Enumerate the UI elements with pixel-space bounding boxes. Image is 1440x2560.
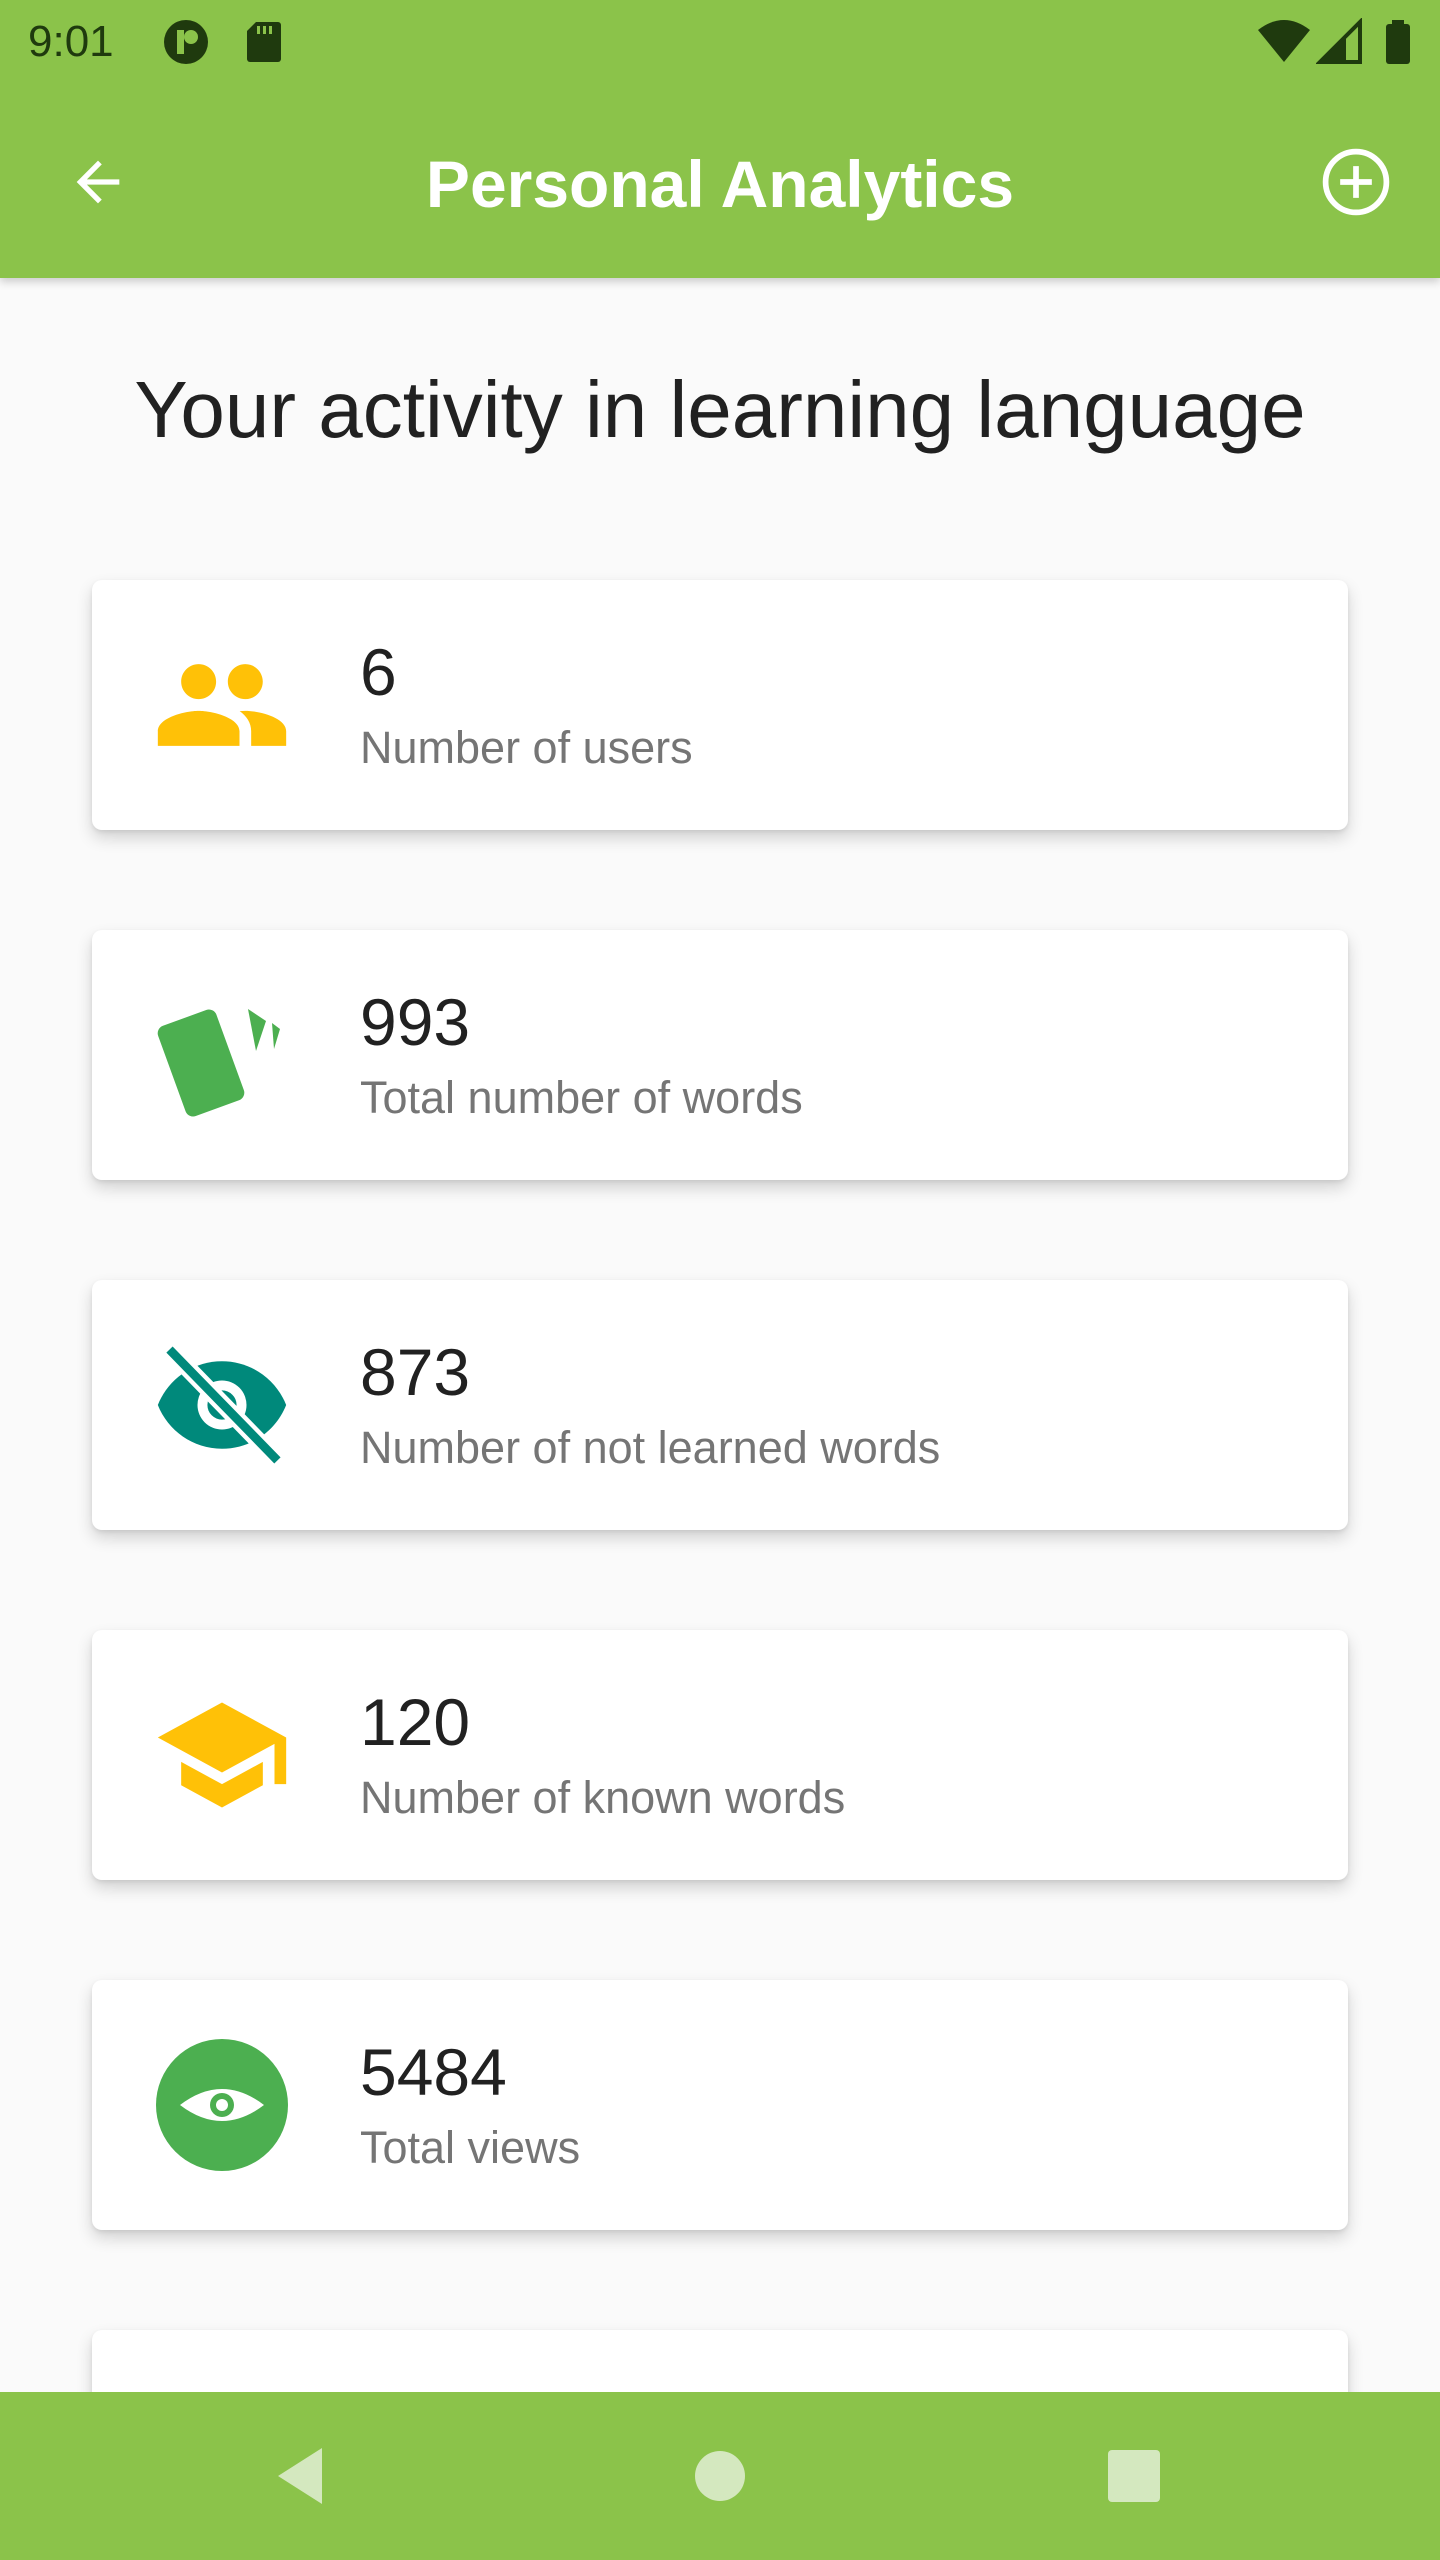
stat-card-total-words[interactable]: 993 Total number of words: [92, 930, 1348, 1180]
back-triangle-icon: [278, 2448, 322, 2504]
add-button[interactable]: [1308, 134, 1404, 230]
nav-home-button[interactable]: [678, 2434, 762, 2518]
nav-back-button[interactable]: [260, 2434, 344, 2518]
people-icon: [157, 664, 287, 746]
app-title: Personal Analytics: [425, 147, 1015, 221]
stat-value: 873: [360, 1335, 471, 1409]
stat-card-views[interactable]: 5484 Total views: [92, 1980, 1348, 2230]
stat-label: Number of not learned words: [360, 1422, 941, 1473]
stat-value: 993: [360, 985, 471, 1059]
stat-label: Number of known words: [360, 1772, 846, 1823]
sd-card-icon: [247, 22, 281, 62]
visibility-off-icon: [157, 1343, 287, 1467]
add-circle-icon: [1322, 148, 1390, 216]
stat-card-users[interactable]: 6 Number of users: [92, 580, 1348, 830]
cards-icon: [157, 1009, 280, 1117]
recents-square-icon: [1108, 2450, 1160, 2502]
page-heading: Your activity in learning language: [134, 365, 1306, 454]
screen: 9:01 Personal Analytics Your activity in…: [0, 0, 1440, 2560]
battery-icon: [1386, 20, 1410, 64]
stat-value: 120: [360, 1685, 471, 1759]
wifi-icon: [1258, 20, 1310, 62]
school-icon: [157, 1702, 287, 1808]
nav-recents-button[interactable]: [1092, 2434, 1176, 2518]
stat-label: Total views: [360, 2122, 581, 2173]
stat-card-not-learned[interactable]: 873 Number of not learned words: [92, 1280, 1348, 1530]
stat-value: 5484: [360, 2035, 507, 2109]
app-bar: Personal Analytics: [0, 84, 1440, 278]
stat-label: Number of users: [360, 722, 693, 773]
stat-label: Total number of words: [360, 1072, 803, 1123]
status-time: 9:01: [28, 17, 114, 66]
signal-icon: [1316, 18, 1362, 64]
carrier-app-icon: [164, 20, 208, 64]
stat-value: 6: [360, 635, 397, 709]
stat-card-known[interactable]: 120 Number of known words: [92, 1630, 1348, 1880]
home-circle-icon: [695, 2451, 745, 2501]
system-nav-bar: [0, 2392, 1440, 2560]
visibility-icon: [156, 2039, 288, 2171]
header: 9:01 Personal Analytics: [0, 0, 1440, 278]
status-bar: 9:01: [0, 0, 1440, 84]
